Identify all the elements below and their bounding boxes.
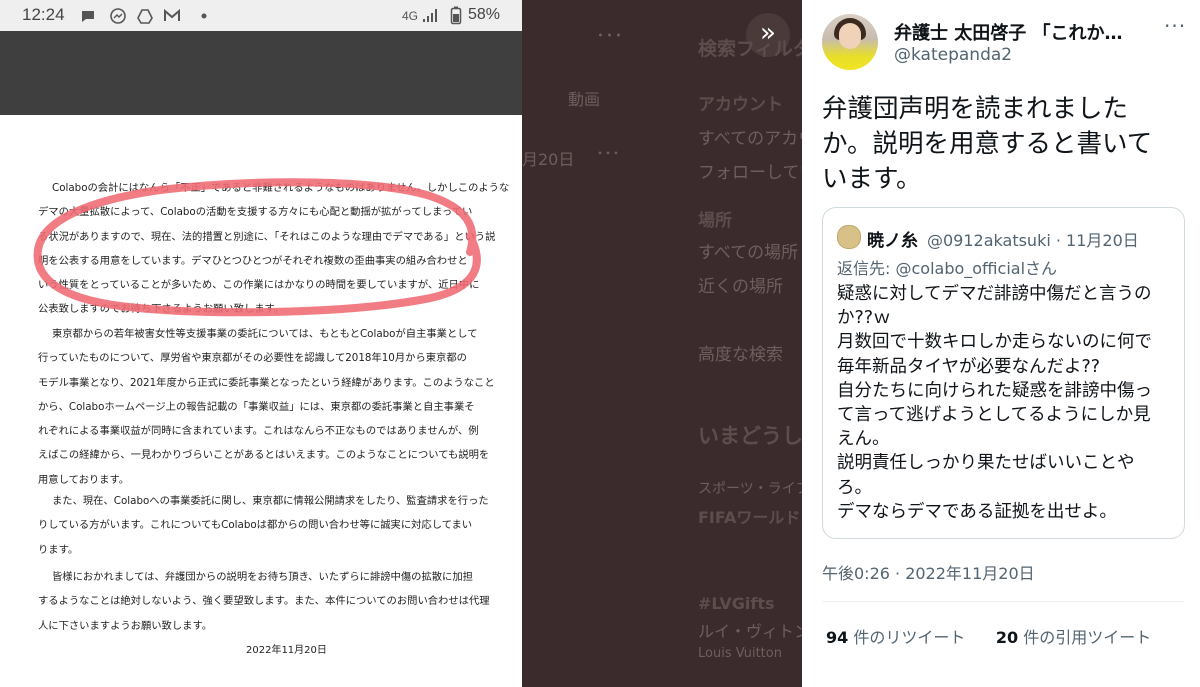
battery-percent: 58%: [468, 6, 501, 23]
promoted-hashtag[interactable]: #LVGifts: [698, 594, 775, 613]
quote-text-line: 月数回で十数キロしか走らないのに何で: [837, 332, 1152, 353]
location-near-option[interactable]: 近くの場所: [698, 272, 783, 297]
doc-line: ります。: [38, 543, 79, 556]
retweet-stat[interactable]: 94 件のリツイート: [826, 628, 965, 647]
account-following-option[interactable]: フォローしているアカウント: [698, 158, 802, 183]
document-paragraph-1: Colaboの会計にはなんら「不正」であると非難されるようなものはありません。し…: [38, 176, 510, 322]
quote-text-line: 自分たちに向けられた疑惑を誹謗中傷っ: [837, 380, 1152, 401]
tab-video: 動画: [568, 90, 601, 109]
tweet-text-line: 弁護団声明を読まれました: [822, 94, 1129, 124]
message-icon: [82, 11, 94, 22]
statement-document: Colaboの会計にはなんら「不正」であると非難されるようなものはありません。し…: [0, 115, 522, 687]
author-handle[interactable]: @katepanda2: [894, 45, 1012, 65]
background-twitter-page: ･･･ » 検索フィルター 動画 アカウント すべてのアカウント 月20日 ･･…: [522, 0, 802, 687]
tweet-text: 弁護団声明を読まれました か。説明を用意すると書いて います。: [822, 92, 1167, 197]
quote-count: 20: [995, 628, 1019, 647]
doc-line: 皆様におかれましては、弁護団からの説明をお待ち頂き、いたずらに誹謗中傷の拡散に加…: [52, 571, 473, 583]
quote-author-meta: @0912akatsuki · 11月20日: [927, 231, 1139, 250]
doc-line: 行っていたものについて、厚労省や東京都がその必要性を認識して2018年10月から…: [38, 352, 467, 365]
doc-line: りしている方がいます。これについてもColaboは都からの問い合わせ等に誠実に対…: [38, 519, 473, 532]
doc-line: また、現在、Colaboへの事業委託に関し、東京都に情報公開請求をしたり、監査請…: [52, 495, 489, 507]
quote-text-line: て言って逃げようとしてるようにしか見: [837, 405, 1151, 426]
phone-screenshot: 12:24 4G 58% Colaboの会計にはなんら「不正」であると非難される…: [0, 0, 522, 687]
quote-text-line: 説明責任しっかり果たせばいいことや: [837, 453, 1135, 474]
doc-line: 明を公表する用意をしています。デマひとつひとつがそれぞれ複数の歪曲事実の組み合わ…: [38, 254, 468, 267]
doc-line: モデル事業となり、2021年度から正式に委託事業となったという経緯があります。こ…: [38, 376, 495, 389]
quote-text-line: 疑惑に対してデマだ誹謗中傷だと言うの: [837, 284, 1152, 304]
tweet-timestamp[interactable]: 午後0:26 · 2022年11月20日: [822, 560, 1035, 584]
doc-line: いう性質をとっていることが多いため、この作業にはかなりの時間を要していますが、近…: [38, 279, 480, 292]
promoted-by: Louis Vuitton: [698, 646, 782, 661]
more-options-icon[interactable]: ···: [1164, 14, 1186, 38]
avatar[interactable]: [822, 14, 878, 70]
quote-avatar: [837, 225, 861, 249]
location-heading: 場所: [698, 211, 732, 231]
document-paragraph-4: 皆様におかれましては、弁護団からの説明をお待ち頂き、いたずらに誹謗中傷の拡散に加…: [38, 565, 490, 638]
messenger-icon: [110, 8, 126, 24]
doc-line: するようなことは絶対しないよう、強く要望致します。また、本件についてのお問い合わ…: [38, 595, 490, 608]
trend-category: スポーツ・ライブ: [698, 481, 802, 497]
search-filter-heading: 検索フィルター: [698, 38, 802, 60]
quote-tweet-stat[interactable]: 20 件の引用ツイート: [996, 628, 1151, 647]
avatar-face: [839, 23, 861, 49]
doc-line: デマの大量拡散によって、Colaboの活動を支援する方々にも心配と動揺が拡がって…: [38, 206, 473, 219]
quote-text-line: 毎年新品タイヤが必要なんだよ??: [837, 356, 1101, 377]
signal-icon: [423, 9, 437, 22]
doc-line: 人に下さいますようお願い致します。: [38, 619, 213, 632]
reply-prefix: 返信先:: [837, 259, 896, 278]
date-fragment: 月20日: [522, 150, 575, 169]
document-date: 2022年11月20日: [246, 645, 327, 656]
divider: [822, 601, 1184, 602]
retweet-count: 94: [826, 628, 849, 647]
quote-text-line: デマならデマである証拠を出せよ。: [837, 501, 1117, 522]
reply-to-handle[interactable]: @colabo_officialさん: [895, 259, 1057, 278]
tweet-stats: 94 件のリツイート 20 件の引用ツイート: [826, 624, 1151, 648]
trends-heading: いまどうしてる？: [698, 424, 802, 448]
doc-line: 公表致しますのでお待ち下さるようお願い致します。: [38, 303, 285, 316]
quote-text-line: か??ｗ: [837, 308, 891, 329]
drive-icon: [137, 9, 153, 24]
quote-label: 件の引用ツイート: [1023, 628, 1152, 647]
quote-author-name: 暁ノ糸: [867, 231, 918, 251]
doc-line: れぞれによる事業収益が同時に含まれています。これはなんら不正なものではありません…: [38, 425, 479, 438]
tweet-text-line: います。: [822, 164, 922, 194]
quote-text-line: ろ。: [837, 477, 872, 498]
dot-icon: [201, 13, 207, 19]
phone-status-bar: 12:24 4G 58%: [0, 0, 522, 31]
doc-line: 東京都からの若年被害女性等支援事業の委託については、もともとColaboが自主事…: [52, 328, 478, 340]
quoted-tweet[interactable]: 暁ノ糸 @0912akatsuki · 11月20日 返信先: @colabo_…: [822, 207, 1185, 539]
document-paragraph-2: 東京都からの若年被害女性等支援事業の委託については、もともとColaboが自主事…: [38, 322, 495, 492]
doc-line: から、Colaboホームページ上の報告記載の「事業収益」には、東京都の委託事業と…: [38, 400, 475, 413]
doc-line: えばこの経緯から、一見わかりづらいことがあるとはいえます。このようなことについて…: [38, 449, 490, 462]
battery-icon: [450, 6, 462, 25]
more-options-icon: ･･･: [596, 26, 623, 47]
account-all-option[interactable]: すべてのアカウント: [698, 124, 802, 149]
status-time: 12:24: [22, 5, 65, 24]
location-all-option[interactable]: すべての場所: [698, 238, 798, 263]
quote-text-line: えん。: [837, 429, 890, 450]
trend-title[interactable]: FIFAワールドカップ: [698, 504, 802, 528]
account-heading: アカウント: [698, 95, 783, 115]
promoted-name: ルイ・ヴィトン: [698, 622, 802, 641]
gmail-icon: [164, 8, 180, 21]
retweet-label: 件のリツイート: [853, 628, 966, 647]
more-options-icon: ･･･: [596, 144, 621, 163]
doc-line: る状況がありますので、現在、法的措置と別途に、「それはこのような理由でデマである…: [38, 230, 496, 243]
advanced-search-link[interactable]: 高度な検索: [698, 340, 783, 365]
tweet-card: 弁護士 太田啓子 「これか… @katepanda2 ··· 弁護団声明を読まれ…: [802, 0, 1200, 687]
quote-text: 疑惑に対してデマだ誹謗中傷だと言うの か??ｗ 月数回で十数キロしか走らないのに…: [837, 282, 1172, 524]
quote-reply-to: 返信先: @colabo_officialさん: [837, 255, 1057, 279]
author-name[interactable]: 弁護士 太田啓子 「これか…: [894, 19, 1123, 45]
app-top-bar: [0, 31, 522, 115]
network-type: 4G: [402, 9, 419, 23]
tweet-text-line: か。説明を用意すると書いて: [822, 129, 1153, 159]
document-paragraph-3: また、現在、Colaboへの事業委託に関し、東京都に情報公開請求をしたり、監査請…: [38, 489, 490, 562]
doc-line: Colaboの会計にはなんら「不正」であると非難されるようなものはありません。し…: [52, 182, 510, 194]
